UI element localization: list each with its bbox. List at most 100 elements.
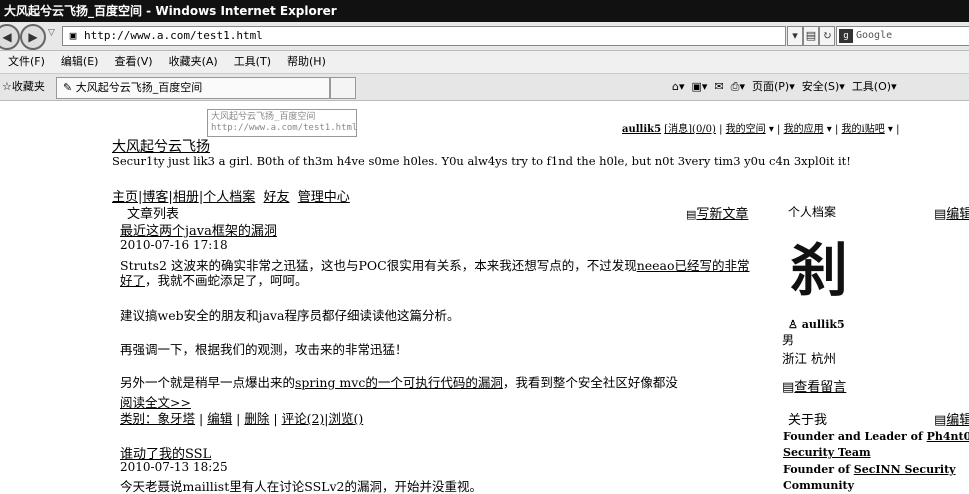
spring-mvc-link[interactable]: spring mvc的一个可执行代码的漏洞 <box>295 375 503 390</box>
profile-username-text: aullik5 <box>801 318 845 331</box>
user-links: aullik5 [消息](0/0) | 我的空间 ▾ | 我的应用 ▾ | 我的… <box>622 124 900 135</box>
about-text: Founder and Leader of <box>783 430 927 443</box>
post-date: 2010-07-16 17:18 <box>120 238 228 252</box>
menu-file[interactable]: 文件(F) <box>8 55 45 68</box>
profile-edit-label: 编辑 <box>946 207 969 222</box>
about-edit-label: 编辑 <box>946 413 969 428</box>
search-field[interactable]: g Google <box>836 26 969 46</box>
refresh-icon: ↻ <box>822 29 832 42</box>
my-tieba-link[interactable]: 我的i贴吧 <box>842 124 885 135</box>
about-edit-link[interactable]: ▤编辑 <box>934 409 969 428</box>
print-icon[interactable]: ⎙▾ <box>731 80 745 93</box>
post-paragraph: 再强调一下，根据我们的观测，攻击来的非常迅猛！ <box>120 342 408 357</box>
secinn-link[interactable]: SecINN Security <box>854 463 956 476</box>
nav-dropdown-icon[interactable]: ▽ <box>48 28 55 38</box>
menu-safety[interactable]: 安全(S) <box>802 80 840 93</box>
about-line: Founder of SecINN Security <box>783 463 956 476</box>
my-space-link[interactable]: 我的空间 <box>726 124 766 135</box>
about-line: Founder and Leader of Ph4nt0m <box>783 430 969 443</box>
profile-location: 浙江 杭州 <box>782 351 836 366</box>
menu-help[interactable]: 帮助(H) <box>287 55 326 68</box>
command-bar: ⌂▾ ▣▾ ✉ ⎙▾ 页面(P)▾ 安全(S)▾ 工具(O)▾ <box>672 80 897 93</box>
tooltip-title: 大风起兮云飞扬_百度空间 <box>211 112 316 122</box>
write-new-label: 写新文章 <box>696 207 749 222</box>
edit-icon: ▤ <box>934 413 947 428</box>
address-url: http://www.a.com/test1.html <box>84 29 263 42</box>
menu-page[interactable]: 页面(P) <box>752 80 789 93</box>
signature-image: 刹 <box>790 236 848 300</box>
new-tab-button[interactable] <box>330 77 356 99</box>
post-date: 2010-07-13 18:25 <box>120 460 228 474</box>
my-apps-link[interactable]: 我的应用 <box>784 124 824 135</box>
guestbook-icon: ▤ <box>782 380 795 395</box>
tooltip-url: http://www.a.com/test1.html <box>211 123 358 133</box>
back-button[interactable]: ◀ <box>0 24 20 50</box>
tab-page-icon: ✎ <box>63 81 73 94</box>
about-heading: 关于我 <box>788 413 828 428</box>
search-placeholder: Google <box>856 30 893 41</box>
menu-favorites[interactable]: 收藏夹(A) <box>169 55 218 68</box>
refresh-button[interactable]: ↻ <box>819 26 835 46</box>
write-new-link[interactable]: ▤写新文章 <box>686 203 748 222</box>
post-title[interactable]: 最近这两个java框架的漏洞 <box>120 220 277 239</box>
post-text: 另外一个就是稍早一点爆出来的 <box>120 375 296 390</box>
blog-title[interactable]: 大风起兮云飞扬 <box>112 136 210 156</box>
tab-title: 大风起兮云飞扬_百度空间 <box>75 81 203 94</box>
compat-view-icon: ▤ <box>805 29 817 42</box>
back-arrow-icon: ◀ <box>2 30 12 44</box>
menu-tools-cmd[interactable]: 工具(O) <box>852 80 891 93</box>
security-team-link[interactable]: Security Team <box>783 446 871 459</box>
post-paragraph: Struts2 这波来的确实非常之迅猛，这也与POC很实用有关系，本来我还想写点… <box>120 258 760 288</box>
menu-edit[interactable]: 编辑(E) <box>61 55 99 68</box>
address-dropdown-button[interactable]: ▾ <box>787 26 803 46</box>
mail-icon[interactable]: ✉ <box>714 80 723 93</box>
chevron-down-icon: ▾ <box>792 29 798 42</box>
post-paragraph: 建议搞web安全的朋友和java程序员都仔细读读他这篇分析。 <box>120 308 460 323</box>
write-icon: ▤ <box>686 208 697 221</box>
page-icon: ▣ <box>69 29 77 42</box>
profile-gender: 男 <box>782 333 795 347</box>
about-line: Community <box>783 479 855 492</box>
favorites-star-icon: ☆ <box>2 80 12 93</box>
forward-button[interactable]: ▶ <box>20 24 46 50</box>
nav-admin[interactable]: 管理中心 <box>298 190 350 205</box>
post-text: ，我看到整个安全社区好像都没 <box>502 375 678 390</box>
tab-tooltip: 大风起兮云飞扬_百度空间 http://www.a.com/test1.html <box>207 109 357 137</box>
browser-tab[interactable]: ✎ 大风起兮云飞扬_百度空间 <box>56 77 330 99</box>
username-link[interactable]: aullik5 <box>622 124 661 135</box>
post-paragraph: 另外一个就是稍早一点爆出来的spring mvc的一个可执行代码的漏洞，我看到整… <box>120 375 760 390</box>
address-field[interactable]: ▣ http://www.a.com/test1.html <box>62 26 786 46</box>
guestbook-link[interactable]: ▤查看留言 <box>782 376 846 395</box>
blog-motto: Secur1ty just lik3 a girl. B0th of th3m … <box>112 154 851 168</box>
nav-friends[interactable]: 好友 <box>264 190 290 205</box>
window-titlebar: 大风起兮云飞扬_百度空间 - Windows Internet Explorer <box>0 0 969 22</box>
feeds-icon[interactable]: ▣▾ <box>692 80 708 93</box>
profile-heading: 个人档案 <box>788 205 837 219</box>
signature-glyph: 刹 <box>790 236 848 300</box>
post-meta: 类别：象牙塔 | 编辑 | 删除 | 评论(2)|浏览() <box>120 411 364 426</box>
views-link[interactable]: 浏览() <box>329 411 364 426</box>
messages-link[interactable]: [消息](0/0) <box>664 124 716 135</box>
edit-link[interactable]: 编辑 <box>207 411 232 426</box>
comments-link[interactable]: 评论(2) <box>282 411 325 426</box>
post-text: Struts2 这波来的确实非常之迅猛，这也与POC很实用有关系，本来我还想写点… <box>120 258 637 273</box>
compat-view-button[interactable]: ▤ <box>803 26 819 46</box>
ph4nt0m-link[interactable]: Ph4nt0m <box>927 430 969 443</box>
favorites-button[interactable]: 收藏夹 <box>12 80 45 93</box>
category-link[interactable]: 类别：象牙塔 <box>120 411 195 426</box>
user-icon: ♙ <box>788 318 798 331</box>
edit-icon: ▤ <box>934 207 947 222</box>
profile-username[interactable]: ♙ aullik5 <box>788 318 845 331</box>
menu-view[interactable]: 查看(V) <box>114 55 152 68</box>
post-text: ，我就不画蛇添足了，呵呵。 <box>145 273 308 288</box>
guestbook-label: 查看留言 <box>794 380 847 395</box>
window-title: 大风起兮云飞扬_百度空间 - Windows Internet Explorer <box>4 4 337 18</box>
address-toolbar: ◀ ▶ ▽ ▣ http://www.a.com/test1.html ▾ ▤ ↻… <box>0 22 969 51</box>
menu-bar: 文件(F) 编辑(E) 查看(V) 收藏夹(A) 工具(T) 帮助(H) <box>0 51 969 74</box>
profile-edit-link[interactable]: ▤编辑 <box>934 203 969 222</box>
delete-link[interactable]: 删除 <box>244 411 269 426</box>
home-icon[interactable]: ⌂▾ <box>672 80 685 93</box>
forward-arrow-icon: ▶ <box>28 30 38 44</box>
menu-tools[interactable]: 工具(T) <box>234 55 271 68</box>
nav-profile[interactable]: 个人档案 <box>203 190 255 205</box>
